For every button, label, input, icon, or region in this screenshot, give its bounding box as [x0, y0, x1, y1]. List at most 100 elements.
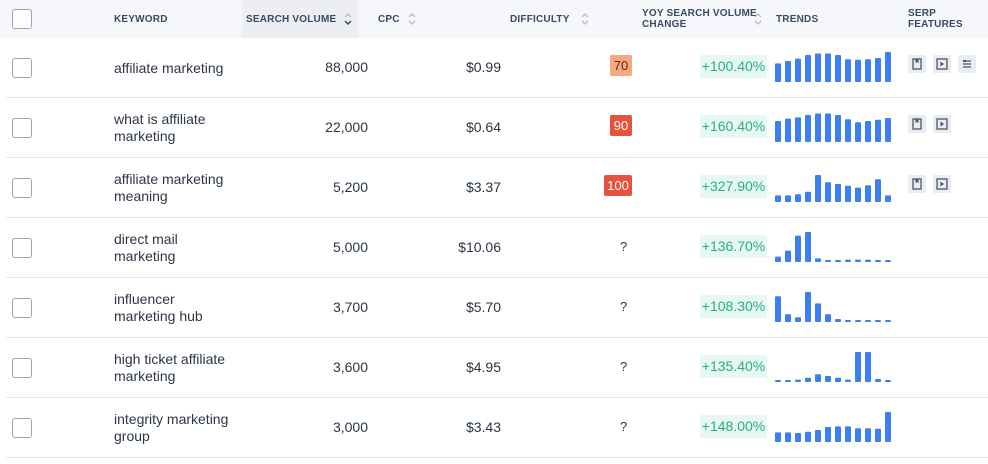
row-checkbox[interactable] — [12, 238, 32, 258]
trend-sparkline — [774, 38, 896, 98]
header-yoy-label-line2: CHANGE — [642, 19, 687, 30]
trend-bar — [875, 428, 881, 442]
header-trends: TRENDS — [776, 0, 818, 38]
table-row[interactable]: high ticket affiliate marketing 3,600 $4.95… — [6, 338, 988, 398]
trend-bar — [775, 380, 781, 382]
video-icon[interactable] — [933, 55, 951, 73]
keyword-cell[interactable]: affiliate marketing — [114, 38, 254, 98]
table-row[interactable]: affiliate marketing meaning 5,200 $3.37 100 +… — [6, 158, 988, 218]
trend-bar — [835, 115, 841, 142]
trend-bar — [855, 259, 861, 262]
trend-bar — [795, 433, 801, 442]
trend-bar — [775, 296, 781, 322]
row-checkbox[interactable] — [12, 178, 32, 198]
video-icon[interactable] — [933, 115, 951, 133]
search-volume-value: 3,600 — [332, 359, 368, 375]
trend-bar — [885, 260, 891, 262]
sort-descending-icon[interactable] — [342, 12, 354, 26]
trend-bar — [845, 119, 851, 142]
trend-bar — [815, 430, 821, 442]
keyword-cell[interactable]: affiliate marketing meaning — [114, 158, 254, 218]
row-checkbox[interactable] — [12, 418, 32, 438]
trend-bar — [855, 122, 861, 142]
difficulty-badge: 100 — [604, 175, 632, 196]
trend-bar — [845, 320, 851, 322]
header-trends-label: TRENDS — [776, 13, 819, 25]
header-yoy[interactable]: YOY SEARCH VOLUME CHANGE — [642, 0, 757, 38]
trend-bar — [835, 377, 841, 382]
header-search-volume[interactable]: SEARCH VOLUME — [246, 0, 354, 38]
keyword-cell[interactable]: influencer marketing hub — [114, 278, 254, 338]
trend-bar — [875, 119, 881, 142]
header-keyword[interactable]: KEYWORD — [114, 0, 168, 38]
trend-bar — [855, 187, 861, 202]
keyword-line2: marketing — [114, 368, 176, 384]
keyword-cell[interactable]: what is affiliate marketing — [114, 98, 254, 158]
trend-bar — [835, 319, 841, 322]
keyword-line1: integrity marketing — [114, 411, 229, 427]
yoy-change-badge: +148.00% — [700, 415, 767, 438]
table-row[interactable]: what is affiliate marketing 22,000 $0.64 90 +… — [6, 98, 988, 158]
trend-bar — [795, 379, 801, 382]
keyword-line1: affiliate marketing — [114, 59, 224, 76]
header-yoy-label-line1: YOY SEARCH VOLUME — [642, 8, 757, 19]
keyword-line2: marketing — [114, 128, 176, 144]
bookmark-icon[interactable] — [908, 55, 926, 73]
trend-bar — [845, 59, 851, 82]
trend-sparkline — [774, 158, 896, 218]
list-icon[interactable] — [958, 55, 976, 73]
trend-bar — [785, 380, 791, 382]
row-checkbox[interactable] — [12, 58, 32, 78]
keyword-cell[interactable]: high ticket affiliate marketing — [114, 338, 254, 398]
header-cpc[interactable]: CPC — [378, 0, 418, 38]
trend-bar — [785, 195, 791, 202]
trend-bar — [885, 195, 891, 202]
header-difficulty[interactable]: DIFFICULTY — [510, 0, 591, 38]
table-row[interactable]: affiliate marketing 88,000 $0.99 70 +100.40% — [6, 38, 988, 98]
sort-icon[interactable] — [579, 12, 591, 26]
keyword-line2: group — [114, 428, 150, 444]
trend-bar — [785, 118, 791, 142]
search-volume-value: 5,200 — [332, 179, 368, 195]
keyword-cell[interactable]: integrity marketing group — [114, 398, 254, 458]
row-checkbox[interactable] — [12, 118, 32, 138]
difficulty-badge: 90 — [610, 115, 632, 136]
video-icon[interactable] — [933, 175, 951, 193]
yoy-change-badge: +135.40% — [700, 355, 767, 378]
search-volume-value: 22,000 — [325, 119, 368, 135]
cpc-value: $5.70 — [465, 299, 501, 315]
trend-bar — [885, 412, 891, 442]
trend-bar — [885, 118, 891, 142]
bookmark-icon[interactable] — [908, 175, 926, 193]
search-volume-value: 88,000 — [325, 59, 368, 75]
difficulty-badge: 70 — [610, 55, 632, 76]
sort-icon[interactable] — [406, 12, 418, 26]
header-serp-features: SERP FEATURES — [908, 0, 988, 38]
trend-bar — [865, 59, 871, 82]
trend-bar — [855, 320, 861, 322]
trend-bar — [775, 256, 781, 262]
trend-bar — [815, 303, 821, 322]
yoy-change-badge: +108.30% — [700, 295, 767, 318]
trend-bar — [835, 184, 841, 202]
keyword-cell[interactable]: direct mail marketing — [114, 218, 254, 278]
sort-icon[interactable] — [752, 12, 764, 26]
trend-bar — [865, 352, 871, 382]
trend-bar — [855, 428, 861, 442]
row-checkbox[interactable] — [12, 298, 32, 318]
trend-bar — [815, 258, 821, 262]
row-checkbox[interactable] — [12, 358, 32, 378]
bookmark-icon[interactable] — [908, 115, 926, 133]
trend-bar — [885, 380, 891, 382]
table-row[interactable]: direct mail marketing 5,000 $10.06? +136.70% — [6, 218, 988, 278]
table-row[interactable]: integrity marketing group 3,000 $3.43? +148.… — [6, 398, 988, 458]
trend-bar — [805, 431, 811, 442]
table-row[interactable]: influencer marketing hub 3,700 $5.70? +108.3… — [6, 278, 988, 338]
trend-bar — [775, 63, 781, 82]
trend-bar — [845, 185, 851, 202]
select-all-checkbox[interactable] — [12, 9, 32, 29]
trend-bar — [855, 59, 861, 82]
cpc-value: $3.43 — [465, 419, 501, 435]
header-yoy-sort[interactable] — [752, 0, 764, 38]
trend-bar — [835, 426, 841, 442]
